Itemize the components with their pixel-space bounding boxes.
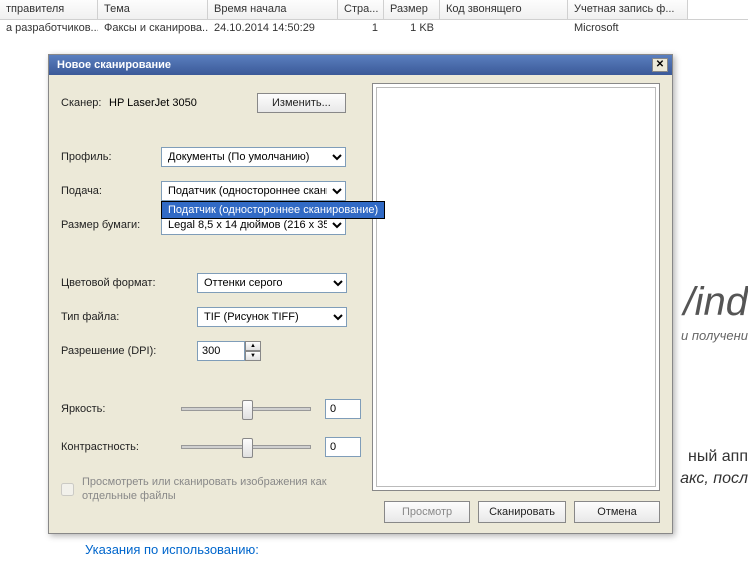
slider-thumb[interactable]: [242, 400, 253, 420]
new-scan-dialog: Новое сканирование ✕ Сканер: HP LaserJet…: [48, 54, 673, 534]
background-window: тправителя Тема Время начала Стра... Раз…: [0, 0, 748, 38]
separate-files-checkbox: [61, 476, 74, 503]
scan-button[interactable]: Сканировать: [478, 501, 566, 523]
preview-canvas: [376, 87, 656, 487]
bg-text-line: ный апп: [688, 448, 748, 466]
cancel-button[interactable]: Отмена: [574, 501, 660, 523]
dpi-down-icon[interactable]: ▼: [245, 351, 261, 361]
cell: Факсы и сканирова...: [98, 20, 208, 38]
close-icon[interactable]: ✕: [652, 58, 668, 72]
feed-select[interactable]: Податчик (одностороннее скани: [161, 181, 346, 201]
cell: 24.10.2014 14:50:29: [208, 20, 338, 38]
cell: 1 KB: [384, 20, 440, 38]
color-format-select[interactable]: Оттенки серого: [197, 273, 347, 293]
dpi-label: Разрешение (DPI):: [61, 345, 197, 357]
bg-text-line: акс, посл: [680, 470, 748, 488]
dialog-title: Новое сканирование: [57, 59, 171, 71]
profile-label: Профиль:: [61, 151, 161, 163]
cell: [440, 20, 568, 38]
file-type-select[interactable]: TIF (Рисунок TIFF): [197, 307, 347, 327]
contrast-slider[interactable]: [181, 445, 311, 449]
cell: 1: [338, 20, 384, 38]
list-row[interactable]: а разработчиков... Факсы и сканирова... …: [0, 20, 748, 38]
bg-sub-text: и получени: [681, 328, 748, 343]
cell: а разработчиков...: [0, 20, 98, 38]
list-header: тправителя Тема Время начала Стра... Раз…: [0, 0, 748, 20]
preview-area: [372, 83, 660, 491]
col-subject[interactable]: Тема: [98, 0, 208, 19]
change-scanner-button[interactable]: Изменить...: [257, 93, 346, 113]
file-type-label: Тип файла:: [61, 311, 197, 323]
brightness-label: Яркость:: [61, 403, 181, 415]
dpi-up-icon[interactable]: ▲: [245, 341, 261, 351]
cell: Microsoft: [568, 20, 688, 38]
slider-thumb[interactable]: [242, 438, 253, 458]
paper-size-label: Размер бумаги:: [61, 219, 161, 231]
contrast-value[interactable]: [325, 437, 361, 457]
separate-files-label: Просмотреть или сканировать изображения …: [82, 475, 342, 503]
contrast-label: Контрастность:: [61, 441, 181, 453]
instructions-heading: Указания по использованию:: [85, 542, 259, 557]
col-pages[interactable]: Стра...: [338, 0, 384, 19]
profile-select[interactable]: Документы (По умолчанию): [161, 147, 346, 167]
col-start-time[interactable]: Время начала: [208, 0, 338, 19]
scanner-label: Сканер:: [61, 97, 109, 109]
col-account[interactable]: Учетная запись ф...: [568, 0, 688, 19]
col-size[interactable]: Размер: [384, 0, 440, 19]
scanner-value: HP LaserJet 3050: [109, 97, 257, 109]
bg-brand-text: /ind: [684, 280, 748, 325]
feed-select-option[interactable]: Податчик (одностороннее сканирование): [161, 201, 385, 219]
brightness-value[interactable]: [325, 399, 361, 419]
feed-label: Подача:: [61, 185, 161, 197]
brightness-slider[interactable]: [181, 407, 311, 411]
col-sender[interactable]: тправителя: [0, 0, 98, 19]
dialog-titlebar[interactable]: Новое сканирование ✕: [49, 55, 672, 75]
color-format-label: Цветовой формат:: [61, 277, 197, 289]
col-caller-id[interactable]: Код звонящего: [440, 0, 568, 19]
preview-button[interactable]: Просмотр: [384, 501, 470, 523]
dpi-input[interactable]: [197, 341, 245, 361]
dpi-stepper[interactable]: ▲ ▼: [197, 341, 261, 361]
